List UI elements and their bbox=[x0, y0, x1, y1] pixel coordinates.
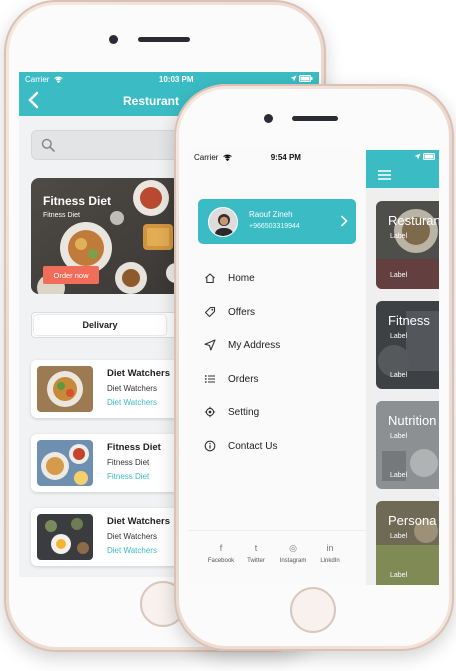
carrier-label: Carrier bbox=[25, 75, 63, 84]
category-tile[interactable]: Fitness Label Label bbox=[376, 301, 439, 389]
tile-label: Label bbox=[390, 433, 408, 440]
facebook-link[interactable]: f Facebook bbox=[202, 543, 240, 564]
menu-item-label: Setting bbox=[228, 406, 260, 418]
speaker-grille bbox=[292, 116, 338, 121]
chevron-left-icon[interactable] bbox=[27, 91, 41, 109]
linkedin-link[interactable]: in LinkdIn bbox=[311, 543, 349, 564]
status-bar: Carrier 9:54 PM bbox=[188, 150, 366, 164]
restaurant-card[interactable]: Diet Watchers Diet Watchers Diet Watcher… bbox=[31, 360, 191, 418]
menu-item-label: Orders bbox=[228, 373, 259, 385]
side-drawer: Carrier 9:54 PM Raouf Zineh +96650331994… bbox=[188, 150, 366, 585]
twitter-icon: t bbox=[254, 543, 258, 553]
menu-item-label: Home bbox=[228, 272, 255, 284]
category-panel: Resturant Label Label Fitness Label Labe… bbox=[366, 150, 439, 585]
order-now-button[interactable]: Order now bbox=[43, 266, 99, 284]
panel-header bbox=[366, 150, 439, 188]
tile-title: Nutrition bbox=[388, 413, 437, 428]
instagram-link[interactable]: ◎ Instagram bbox=[274, 543, 312, 564]
restaurant-card[interactable]: Diet Watchers Diet Watchers Diet Watcher… bbox=[31, 508, 191, 566]
camera-icon bbox=[109, 35, 118, 44]
hamburger-menu-icon[interactable] bbox=[378, 170, 391, 180]
card-link[interactable]: Diet Watchers bbox=[107, 546, 157, 555]
category-tile[interactable]: Nutrition Label Label bbox=[376, 401, 439, 489]
battery-icon bbox=[423, 153, 435, 160]
info-icon bbox=[204, 440, 216, 452]
location-arrow-icon bbox=[204, 339, 216, 351]
restaurant-thumbnail bbox=[37, 366, 93, 412]
menu-item-contact-us[interactable]: Contact Us bbox=[204, 437, 277, 455]
promo-banner[interactable]: Fitness Diet Fitness Diet Order now bbox=[31, 178, 191, 294]
facebook-icon: f bbox=[219, 543, 223, 553]
social-label: Instagram bbox=[279, 558, 307, 564]
card-subtitle: Fitness Diet bbox=[107, 458, 150, 467]
avatar bbox=[208, 207, 238, 237]
social-label: LinkdIn bbox=[320, 558, 340, 564]
card-title: Diet Watchers bbox=[107, 516, 170, 527]
search-icon bbox=[41, 138, 55, 152]
restaurant-thumbnail bbox=[37, 440, 93, 486]
tile-label: Label bbox=[390, 472, 408, 479]
wifi-icon bbox=[222, 154, 232, 162]
restaurant-card[interactable]: Fitness Diet Fitness Diet Fitness Diet bbox=[31, 434, 191, 492]
card-link[interactable]: Diet Watchers bbox=[107, 398, 157, 407]
camera-icon bbox=[264, 114, 273, 123]
gear-icon bbox=[204, 406, 216, 418]
wifi-icon bbox=[53, 76, 63, 84]
card-subtitle: Diet Watchers bbox=[107, 384, 157, 393]
home-icon bbox=[205, 273, 215, 284]
carrier-label: Carrier bbox=[194, 153, 232, 162]
profile-card[interactable]: Raouf Zineh +966503319944 bbox=[198, 199, 356, 244]
social-label: Twitter bbox=[247, 558, 265, 564]
tile-title: Fitness bbox=[388, 313, 430, 328]
location-arrow-icon bbox=[414, 153, 421, 160]
menu-item-setting[interactable]: Setting bbox=[204, 403, 259, 421]
tile-title: Resturant bbox=[388, 213, 439, 228]
banner-title: Fitness Diet bbox=[43, 194, 112, 208]
tile-label: Label bbox=[390, 533, 408, 540]
tile-label: Label bbox=[390, 372, 408, 379]
restaurant-thumbnail bbox=[37, 514, 93, 560]
menu-item-label: My Address bbox=[228, 339, 281, 351]
tile-label: Label bbox=[390, 333, 408, 340]
card-title: Fitness Diet bbox=[107, 442, 161, 453]
card-subtitle: Diet Watchers bbox=[107, 532, 157, 541]
banner-subtitle: Fitness Diet bbox=[43, 212, 80, 219]
menu-item-offers[interactable]: Offers bbox=[204, 303, 255, 321]
category-tile[interactable]: Persona Label Label bbox=[376, 501, 439, 585]
speaker-grille bbox=[138, 37, 190, 42]
menu-drawer-screen: Carrier 9:54 PM Raouf Zineh +96650331994… bbox=[188, 150, 439, 585]
menu-item-orders[interactable]: Orders bbox=[204, 370, 259, 388]
profile-phone: +966503319944 bbox=[249, 223, 300, 230]
linkedin-icon: in bbox=[326, 543, 334, 553]
instagram-icon: ◎ bbox=[289, 543, 297, 553]
status-time: 9:54 PM bbox=[270, 152, 301, 162]
card-link[interactable]: Fitness Diet bbox=[107, 472, 149, 481]
page-title: Resturant bbox=[123, 94, 180, 108]
home-button[interactable] bbox=[290, 587, 336, 633]
twitter-link[interactable]: t Twitter bbox=[237, 543, 275, 564]
social-links-bar: f Facebook t Twitter ◎ Instagram in Link… bbox=[188, 530, 366, 585]
profile-name: Raouf Zineh bbox=[249, 210, 293, 219]
card-title: Diet Watchers bbox=[107, 368, 170, 379]
battery-icon bbox=[298, 74, 313, 82]
tag-icon bbox=[204, 306, 216, 318]
status-time: 10:03 PM bbox=[158, 74, 194, 84]
status-right-icons bbox=[290, 74, 313, 84]
menu-item-my-address[interactable]: My Address bbox=[204, 336, 280, 354]
menu-item-home[interactable]: Home bbox=[204, 269, 255, 287]
social-label: Facebook bbox=[207, 558, 235, 564]
delivery-segment-control: Delivary bbox=[31, 312, 191, 338]
chevron-right-icon bbox=[341, 215, 348, 227]
category-tile[interactable]: Resturant Label Label bbox=[376, 201, 439, 289]
tile-label: Label bbox=[390, 233, 408, 240]
tab-delivary[interactable]: Delivary bbox=[34, 315, 166, 335]
list-icon bbox=[204, 375, 215, 383]
tile-label: Label bbox=[390, 572, 408, 579]
location-arrow-icon bbox=[290, 75, 297, 81]
menu-item-label: Offers bbox=[228, 306, 256, 318]
tile-label: Label bbox=[390, 272, 408, 279]
menu-item-label: Contact Us bbox=[228, 440, 278, 452]
tile-title: Persona bbox=[388, 513, 437, 528]
